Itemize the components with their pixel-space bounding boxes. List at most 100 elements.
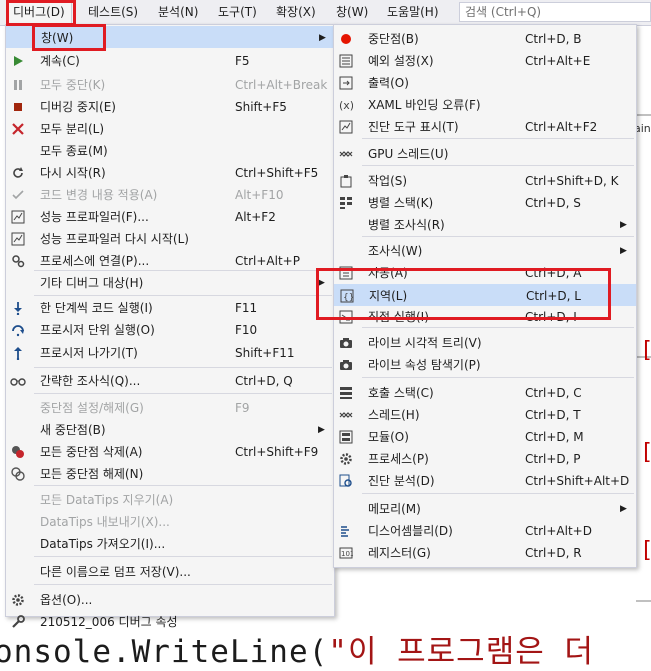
menu-item-xaml-바인딩-오류[interactable]: (x) XAML 바인딩 오류(F)	[334, 94, 636, 116]
menu-item-기타-디버그-대상[interactable]: 기타 디버그 대상(H) ▶	[6, 272, 334, 294]
step-out-icon	[10, 345, 26, 361]
menu-item-210512-006-디버그-속성[interactable]: 210512_006 디버그 속성	[6, 611, 334, 633]
menu-window[interactable]: 창(W)	[330, 0, 374, 25]
menu-item-조사식[interactable]: 조사식(W) ▶	[334, 240, 636, 262]
editor-bracket: [	[640, 338, 651, 363]
menu-analyze[interactable]: 분석(N)	[152, 0, 204, 25]
menu-separator	[34, 556, 332, 557]
menu-extensions[interactable]: 확장(X)	[270, 0, 322, 25]
menu-item-작업[interactable]: 작업(S) Ctrl+Shift+D, K	[334, 170, 636, 192]
menu-item-label: 다시 시작(R)	[40, 166, 106, 180]
menu-item-라이브-속성-탐색기[interactable]: 라이브 속성 탐색기(P)	[334, 354, 636, 376]
menu-item-성능-프로파일러[interactable]: 성능 프로파일러(F)... Alt+F2	[6, 206, 334, 228]
menu-item-모두-종료[interactable]: 모두 종료(M)	[6, 140, 334, 162]
icon-placeholder	[338, 501, 354, 517]
menu-item-디버깅-중지[interactable]: 디버깅 중지(E) Shift+F5	[6, 96, 334, 118]
menu-item-datatips-내보내기[interactable]: DataTips 내보내기(X)...	[6, 511, 334, 533]
menu-item-label: 스레드(H)	[368, 408, 420, 422]
menu-item-shortcut: Ctrl+D, T	[525, 408, 581, 422]
icon-placeholder	[10, 422, 26, 438]
menu-item-성능-프로파일러-다시-시작[interactable]: 성능 프로파일러 다시 시작(L)	[6, 228, 334, 250]
menu-item-다시-시작[interactable]: 다시 시작(R) Ctrl+Shift+F5	[6, 162, 334, 184]
annotation-box	[6, 0, 76, 26]
search-input[interactable]: 검색 (Ctrl+Q)	[459, 2, 651, 22]
menu-item-코드-변경-내용-적용[interactable]: 코드 변경 내용 적용(A) Alt+F10	[6, 184, 334, 206]
menu-item-label: 성능 프로파일러(F)...	[40, 210, 149, 224]
menu-item-label: 프로세스에 연결(P)...	[40, 254, 150, 268]
menu-item-프로시저-단위-실행[interactable]: 프로시저 단위 실행(O) F10	[6, 319, 334, 341]
icon-placeholder	[338, 217, 354, 233]
menu-item-호출-스택[interactable]: 호출 스택(C) Ctrl+D, C	[334, 382, 636, 404]
icon-placeholder	[11, 30, 27, 46]
menu-item-프로시저-나가기[interactable]: 프로시저 나가기(T) Shift+F11	[6, 342, 334, 364]
step-over-icon	[10, 322, 26, 338]
menu-item-모두-중단[interactable]: 모두 중단(K) Ctrl+Alt+Break	[6, 74, 334, 96]
menu-item-중단점[interactable]: 중단점(B) Ctrl+D, B	[334, 28, 636, 50]
quickwatch-icon	[10, 373, 26, 389]
menu-item-shortcut: Ctrl+Alt+F2	[525, 120, 598, 134]
menu-item-프로세스에-연결[interactable]: 프로세스에 연결(P)... Ctrl+Alt+P	[6, 250, 334, 272]
menu-item-간략한-조사식[interactable]: 간략한 조사식(Q)... Ctrl+D, Q	[6, 370, 334, 392]
submenu-arrow-icon: ▶	[318, 425, 325, 435]
menu-item-label: 모두 종료(M)	[40, 144, 108, 158]
menu-item-병렬-스택[interactable]: 병렬 스택(K) Ctrl+D, S	[334, 192, 636, 214]
menu-tools[interactable]: 도구(T)	[212, 0, 263, 25]
menu-item-중단점-설정-해제[interactable]: 중단점 설정/해제(G) F9	[6, 397, 334, 419]
menu-item-label: 출력(O)	[368, 76, 409, 90]
menu-item-옵션[interactable]: 옵션(O)...	[6, 589, 334, 611]
menu-item-gpu-스레드[interactable]: GPU 스레드(U)	[334, 143, 636, 165]
gpu-threads-icon	[338, 146, 354, 162]
menu-item-label: 프로시저 단위 실행(O)	[40, 323, 155, 337]
menu-item-label: 모든 중단점 삭제(A)	[40, 445, 143, 459]
menu-item-shortcut: Ctrl+Shift+F5	[235, 166, 319, 180]
menu-item-label: 기타 디버그 대상(H)	[40, 276, 144, 290]
menu-item-레지스터[interactable]: 101 레지스터(G) Ctrl+D, R	[334, 542, 636, 564]
menu-item-모든-datatips-지우기[interactable]: 모든 DataTips 지우기(A)	[6, 489, 334, 511]
menu-item-모든-중단점-해제[interactable]: 모든 중단점 해제(N)	[6, 463, 334, 485]
menu-separator	[34, 485, 332, 486]
menu-item-출력[interactable]: 출력(O)	[334, 72, 636, 94]
menu-item-스레드[interactable]: 스레드(H) Ctrl+D, T	[334, 404, 636, 426]
menu-help[interactable]: 도움말(H)	[381, 0, 445, 25]
menu-item-병렬-조사식[interactable]: 병렬 조사식(R) ▶	[334, 214, 636, 236]
menu-test[interactable]: 테스트(S)	[82, 0, 144, 25]
submenu-arrow-icon: ▶	[620, 220, 627, 230]
menu-item-label: 210512_006 디버그 속성	[40, 615, 178, 629]
menu-item-진단-도구-표시[interactable]: 진단 도구 표시(T) Ctrl+Alt+F2	[334, 116, 636, 138]
menu-item-shortcut: Ctrl+Shift+F9	[235, 445, 319, 459]
restart-icon	[10, 165, 26, 181]
menu-separator	[34, 270, 332, 271]
menu-item-한-단계씩-코드-실행[interactable]: 한 단계씩 코드 실행(I) F11	[6, 297, 334, 319]
menu-item-label: DataTips 내보내기(X)...	[40, 515, 170, 529]
menu-item-shortcut: Ctrl+D, S	[525, 196, 581, 210]
menu-item-shortcut: Ctrl+D, R	[525, 546, 582, 560]
menu-item-계속[interactable]: 계속(C) F5	[6, 50, 334, 72]
output-icon	[338, 75, 354, 91]
menu-item-label: 중단점(B)	[368, 32, 419, 46]
menu-item-진단-분석[interactable]: 진단 분석(D) Ctrl+Shift+Alt+D	[334, 470, 636, 492]
menu-item-디스어셈블리[interactable]: 디스어셈블리(D) Ctrl+Alt+D	[334, 520, 636, 542]
menu-item-다른-이름으로-덤프-저장[interactable]: 다른 이름으로 덤프 저장(V)...	[6, 561, 334, 583]
menu-item-모두-분리[interactable]: 모두 분리(L)	[6, 118, 334, 140]
menu-item-메모리[interactable]: 메모리(M) ▶	[334, 498, 636, 520]
menu-item-프로세스[interactable]: 프로세스(P) Ctrl+D, P	[334, 448, 636, 470]
menu-item-label: 디스어셈블리(D)	[368, 524, 453, 538]
menu-item-모든-중단점-삭제[interactable]: 모든 중단점 삭제(A) Ctrl+Shift+F9	[6, 441, 334, 463]
menu-item-라이브-시각적-트리[interactable]: 라이브 시각적 트리(V)	[334, 332, 636, 354]
menu-bar: 디버그(D) 테스트(S) 분석(N) 도구(T) 확장(X) 창(W) 도움말…	[0, 0, 651, 26]
submenu-arrow-icon: ▶	[620, 504, 627, 514]
menu-item-label: 프로세스(P)	[368, 452, 429, 466]
menu-item-모듈[interactable]: 모듈(O) Ctrl+D, M	[334, 426, 636, 448]
threads-icon	[338, 407, 354, 423]
menu-item-label: 진단 분석(D)	[368, 474, 435, 488]
menu-item-datatips-가져오기[interactable]: DataTips 가져오기(I)...	[6, 533, 334, 555]
menu-item-shortcut: F11	[235, 301, 258, 315]
menu-item-예외-설정[interactable]: 예외 설정(X) Ctrl+Alt+E	[334, 50, 636, 72]
menu-item-새-중단점[interactable]: 새 중단점(B) ▶	[6, 419, 334, 441]
icon-placeholder	[10, 275, 26, 291]
menu-item-label: 새 중단점(B)	[40, 423, 106, 437]
menu-item-shortcut: F9	[235, 401, 250, 415]
live-visual-tree-icon	[338, 335, 354, 351]
menu-separator	[362, 377, 634, 378]
processes-icon	[338, 451, 354, 467]
